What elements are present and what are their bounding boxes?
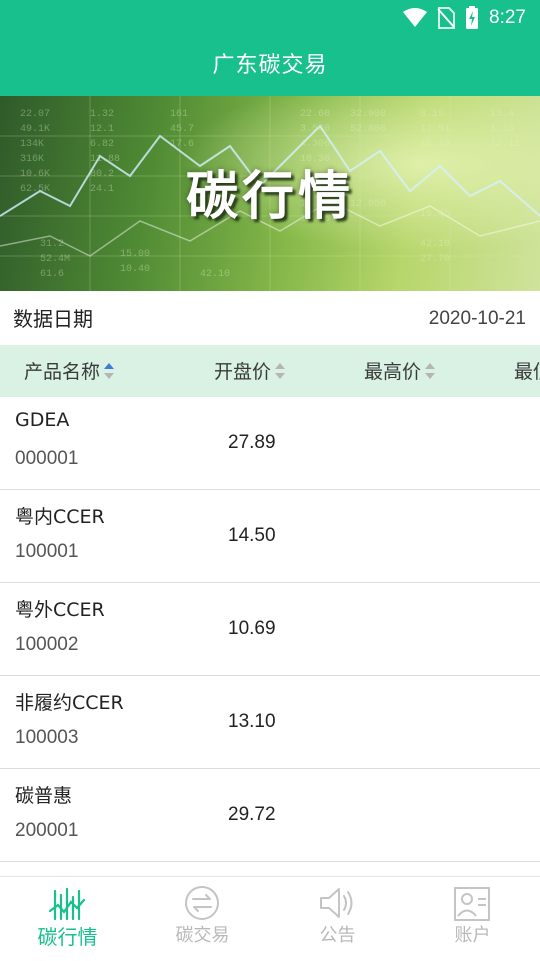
status-bar: 8:27	[0, 0, 540, 36]
svg-text:27.70: 27.70	[420, 254, 450, 265]
data-date-row: 数据日期 2020-10-21	[0, 291, 540, 345]
bottom-navigation: 碳行情 碳交易 公告 账户	[0, 876, 540, 961]
status-icons: 8:27	[403, 5, 526, 31]
product-name: GDEA	[15, 409, 70, 431]
column-header-label: 最高价	[364, 361, 422, 383]
open-price: 27.89	[228, 432, 276, 453]
svg-text:4.306: 4.306	[300, 139, 330, 150]
svg-text:31.2: 31.2	[40, 239, 64, 250]
svg-text:42.10: 42.10	[200, 269, 230, 280]
table-row[interactable]: 非履约CCER 100003 13.10	[0, 676, 540, 769]
open-price: 10.69	[228, 618, 276, 639]
column-header-product-name[interactable]: 产品名称	[24, 345, 115, 397]
table-row[interactable]: GDEA 000001 27.89	[0, 397, 540, 490]
open-price: 13.10	[228, 711, 276, 732]
svg-text:12.1: 12.1	[90, 124, 114, 135]
svg-text:22.07: 22.07	[20, 109, 50, 120]
product-code: 100001	[15, 541, 79, 562]
column-header-high-price[interactable]: 最高价	[364, 345, 436, 397]
svg-text:49.1K: 49.1K	[20, 124, 50, 135]
nav-label: 碳行情	[37, 925, 98, 949]
wifi-icon	[403, 8, 428, 27]
svg-text:10.40: 10.40	[120, 264, 150, 275]
data-date-label: 数据日期	[13, 307, 93, 331]
svg-text:15.4: 15.4	[490, 109, 514, 120]
nav-label: 公告	[319, 925, 356, 946]
market-chart-icon	[48, 887, 86, 921]
column-header-label: 开盘价	[214, 361, 272, 383]
banner-title: 碳行情	[185, 167, 354, 227]
nav-item-market[interactable]: 碳行情	[0, 877, 135, 961]
nav-label: 账户	[454, 925, 491, 946]
table-row[interactable]: 粤外CCER 100002 10.69	[0, 583, 540, 676]
sort-arrows-icon	[274, 361, 286, 381]
sort-arrows-icon	[103, 361, 115, 381]
product-code: 200001	[15, 820, 79, 841]
product-name: 碳普惠	[15, 785, 73, 807]
status-time: 8:27	[489, 7, 526, 28]
product-name: 粤内CCER	[15, 506, 105, 528]
svg-text:12.11: 12.11	[490, 139, 520, 150]
column-header-low-price[interactable]: 最低价	[514, 345, 540, 397]
svg-text:22.60: 22.60	[300, 109, 330, 120]
no-sim-icon	[437, 7, 456, 29]
svg-text:46.18: 46.18	[420, 139, 450, 150]
svg-text:1.32: 1.32	[90, 109, 114, 120]
svg-text:32.900: 32.900	[350, 109, 386, 120]
nav-item-announcements[interactable]: 公告	[270, 877, 405, 961]
nav-label: 碳交易	[175, 925, 230, 946]
column-header-label: 产品名称	[24, 361, 101, 383]
svg-text:1.16: 1.16	[490, 124, 514, 135]
product-list: GDEA 000001 27.89 粤内CCER 100001 14.50 粤外…	[0, 397, 540, 862]
exchange-icon	[185, 886, 219, 920]
product-code: 100003	[15, 727, 79, 748]
svg-text:52.4M: 52.4M	[40, 254, 70, 265]
column-header-label: 最低价	[514, 361, 540, 383]
svg-text:42.10: 42.10	[420, 239, 450, 250]
speaker-icon	[320, 888, 353, 918]
open-price: 14.50	[228, 525, 276, 546]
table-row[interactable]: 碳普惠 200001 29.72	[0, 769, 540, 862]
svg-text:45.7: 45.7	[170, 124, 194, 135]
svg-text:17.51: 17.51	[420, 124, 450, 135]
data-date-value: 2020-10-21	[428, 308, 526, 329]
product-name: 非履约CCER	[15, 692, 124, 714]
app-bar: 广东碳交易	[0, 36, 540, 96]
product-code: 100002	[15, 634, 79, 655]
market-banner: 22.07 49.1K 134K 316K 10.6K 62.5K 1.32 12.1 6.…	[0, 96, 540, 291]
column-header-open-price[interactable]: 开盘价	[214, 345, 286, 397]
svg-text:6.82: 6.82	[90, 139, 114, 150]
table-row[interactable]: 粤内CCER 100001 14.50	[0, 490, 540, 583]
app-title: 广东碳交易	[212, 53, 328, 78]
nav-item-trade[interactable]: 碳交易	[135, 877, 270, 961]
svg-text:8.19: 8.19	[420, 109, 444, 120]
svg-text:3.540: 3.540	[300, 124, 330, 135]
battery-charging-icon	[466, 6, 479, 29]
svg-text:17.6: 17.6	[170, 139, 194, 150]
sort-arrows-icon	[424, 361, 436, 381]
account-icon	[454, 887, 490, 921]
product-name: 粤外CCER	[15, 599, 105, 621]
svg-text:52.800: 52.800	[350, 124, 386, 135]
nav-item-account[interactable]: 账户	[405, 877, 540, 961]
table-header: 产品名称 开盘价 最高价 最低价	[0, 345, 540, 397]
svg-text:15.00: 15.00	[120, 249, 150, 260]
svg-text:61.6: 61.6	[40, 269, 64, 280]
open-price: 29.72	[228, 804, 276, 825]
svg-text:134K: 134K	[20, 139, 44, 150]
svg-text:161: 161	[170, 109, 188, 120]
product-code: 000001	[15, 448, 79, 469]
